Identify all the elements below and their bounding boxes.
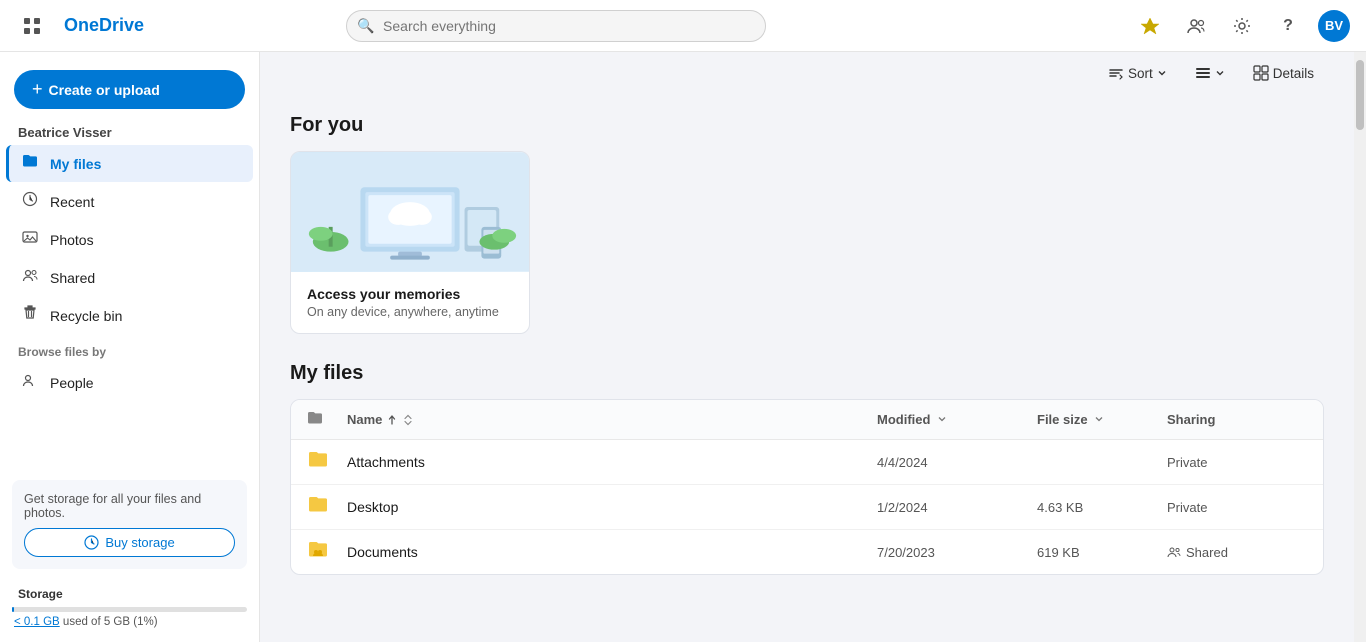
col-icon-header xyxy=(307,410,347,429)
folder-icon xyxy=(20,153,40,174)
settings-icon-btn[interactable] xyxy=(1226,10,1258,42)
sharing-value: Private xyxy=(1167,500,1207,515)
plus-icon: + xyxy=(32,79,43,100)
files-table-header: Name Modified File size xyxy=(291,400,1323,440)
file-sharing: Private xyxy=(1167,455,1307,470)
details-button[interactable]: Details xyxy=(1243,60,1324,86)
col-filesize-header[interactable]: File size xyxy=(1037,412,1167,427)
premium-icon-btn[interactable] xyxy=(1134,10,1166,42)
sidebar-item-photos[interactable]: Photos xyxy=(6,221,253,258)
col-modified-label: Modified xyxy=(877,412,930,427)
sidebar-item-people-label: People xyxy=(50,375,94,391)
file-sharing: Private xyxy=(1167,500,1307,515)
col-name-label: Name xyxy=(347,412,382,427)
folder-icon xyxy=(307,449,347,475)
search-bar: 🔍 xyxy=(346,10,766,42)
sidebar-item-recent-label: Recent xyxy=(50,194,94,210)
my-files-title: My files xyxy=(290,362,1324,385)
col-filesize-label: File size xyxy=(1037,412,1088,427)
file-modified: 7/20/2023 xyxy=(877,545,1037,560)
topbar-actions: ? BV xyxy=(1134,10,1350,42)
search-input[interactable] xyxy=(346,10,766,42)
sidebar-item-recycle-bin-label: Recycle bin xyxy=(50,308,122,324)
search-icon: 🔍 xyxy=(357,17,374,34)
sidebar-item-recent[interactable]: Recent xyxy=(6,183,253,220)
file-size: 619 KB xyxy=(1037,545,1167,560)
sidebar-item-shared[interactable]: Shared xyxy=(6,259,253,296)
sidebar-item-shared-label: Shared xyxy=(50,270,95,286)
shared-icon xyxy=(20,267,40,288)
details-label: Details xyxy=(1273,66,1314,81)
create-btn-label: Create or upload xyxy=(49,82,160,98)
file-modified: 4/4/2024 xyxy=(877,455,1037,470)
share-people-icon-btn[interactable] xyxy=(1180,10,1212,42)
buy-storage-label: Buy storage xyxy=(105,535,174,550)
file-name: Attachments xyxy=(347,454,877,470)
brand-logo: OneDrive xyxy=(64,15,144,36)
file-name: Desktop xyxy=(347,499,877,515)
sidebar-item-recycle-bin[interactable]: Recycle bin xyxy=(6,297,253,334)
file-size: 4.63 KB xyxy=(1037,500,1167,515)
col-sharing-header: Sharing xyxy=(1167,412,1307,427)
apps-icon[interactable] xyxy=(16,10,48,42)
sort-label: Sort xyxy=(1128,66,1153,81)
people-icon xyxy=(20,372,40,393)
sidebar-browse-nav: People xyxy=(0,363,259,402)
help-icon-btn[interactable]: ? xyxy=(1272,10,1304,42)
topbar: OneDrive 🔍 ? BV xyxy=(0,0,1366,52)
table-row[interactable]: Desktop 1/2/2024 4.63 KB Private xyxy=(291,485,1323,530)
table-row[interactable]: Documents 7/20/2023 619 KB Shared xyxy=(291,530,1323,574)
create-upload-button[interactable]: + Create or upload xyxy=(14,70,245,109)
view-toggle-button[interactable] xyxy=(1185,60,1235,86)
storage-link[interactable]: < 0.1 GB xyxy=(14,616,60,628)
sidebar-item-photos-label: Photos xyxy=(50,232,94,248)
sharing-value: Private xyxy=(1167,455,1207,470)
memories-card[interactable]: Access your memories On any device, anyw… xyxy=(290,151,530,334)
sidebar-item-my-files-label: My files xyxy=(50,156,101,172)
avatar[interactable]: BV xyxy=(1318,10,1350,42)
file-modified: 1/2/2024 xyxy=(877,500,1037,515)
memories-card-subtitle: On any device, anywhere, anytime xyxy=(307,305,513,319)
storage-label: Storage xyxy=(0,579,259,603)
buy-storage-button[interactable]: Buy storage xyxy=(24,528,235,557)
sidebar: + Create or upload Beatrice Visser My fi… xyxy=(0,52,260,642)
col-sharing-label: Sharing xyxy=(1167,412,1215,427)
content-inner: For you xyxy=(260,90,1354,591)
col-name-header[interactable]: Name xyxy=(347,412,877,427)
files-table: Name Modified File size xyxy=(290,399,1324,575)
storage-bar-container xyxy=(12,607,247,612)
trash-icon xyxy=(20,305,40,326)
sort-button[interactable]: Sort xyxy=(1098,60,1177,86)
storage-usage-text: < 0.1 GB used of 5 GB (1%) xyxy=(0,614,259,632)
sidebar-item-people[interactable]: People xyxy=(6,364,253,401)
memories-card-body: Access your memories On any device, anyw… xyxy=(291,272,529,333)
file-name: Documents xyxy=(347,544,877,560)
for-you-title: For you xyxy=(290,114,1324,137)
content-area: Sort Details For you xyxy=(260,52,1354,642)
file-sharing: Shared xyxy=(1167,545,1307,560)
folder-shared-icon xyxy=(307,539,347,565)
folder-icon xyxy=(307,494,347,520)
scrollbar[interactable] xyxy=(1354,52,1366,642)
storage-bar-fill xyxy=(12,607,14,612)
my-files-section: My files Name Modified xyxy=(290,362,1324,575)
table-row[interactable]: Attachments 4/4/2024 Private xyxy=(291,440,1323,485)
storage-promo-box: Get storage for all your files and photo… xyxy=(12,480,247,569)
clock-icon xyxy=(20,191,40,212)
for-you-cards: Access your memories On any device, anyw… xyxy=(290,151,1324,334)
memories-card-title: Access your memories xyxy=(307,286,513,302)
help-icon: ? xyxy=(1283,17,1293,35)
sidebar-nav: My files Recent Photos Shared xyxy=(0,144,259,335)
photos-icon xyxy=(20,229,40,250)
browse-files-by-label: Browse files by xyxy=(0,335,259,363)
main-layout: + Create or upload Beatrice Visser My fi… xyxy=(0,52,1366,642)
sidebar-item-my-files[interactable]: My files xyxy=(6,145,253,182)
sidebar-username: Beatrice Visser xyxy=(0,119,259,144)
scrollbar-thumb[interactable] xyxy=(1356,60,1364,130)
memories-card-image xyxy=(291,152,529,272)
storage-promo-msg: Get storage for all your files and photo… xyxy=(24,492,235,520)
sharing-value: Shared xyxy=(1186,545,1228,560)
content-toolbar: Sort Details xyxy=(260,52,1354,90)
col-modified-header[interactable]: Modified xyxy=(877,412,1037,427)
